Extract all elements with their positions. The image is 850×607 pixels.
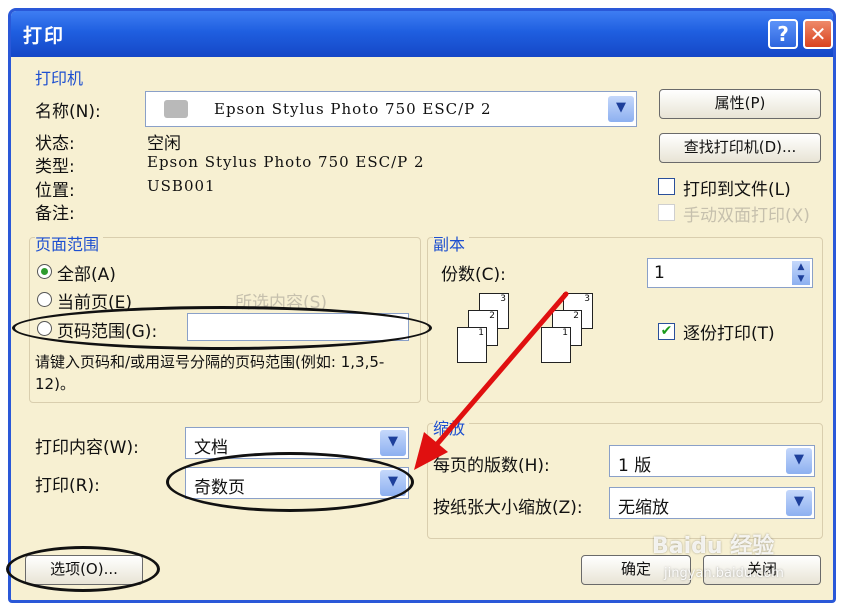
annotation-arrow [414,291,569,470]
watermark-url: jingyan.baidu.com [664,566,784,581]
watermark-logo: Baidu 经验 [652,534,775,559]
